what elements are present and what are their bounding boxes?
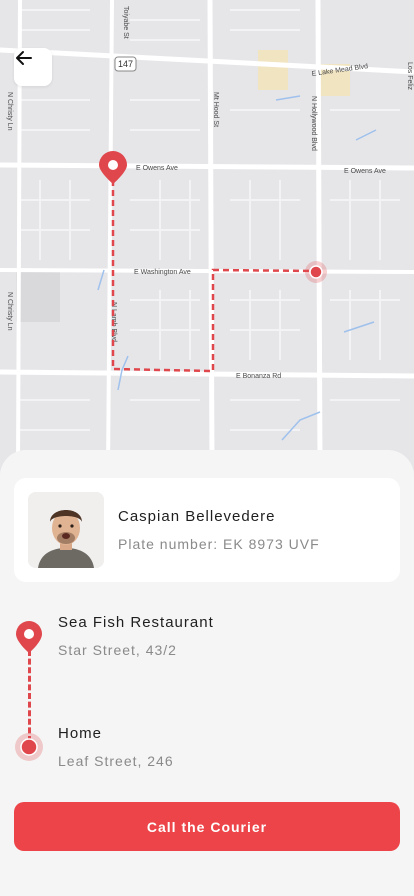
dropoff-title: Home — [58, 725, 103, 742]
avatar — [28, 492, 104, 568]
pickup-pin-icon — [16, 621, 42, 653]
arrow-left-icon — [16, 51, 32, 65]
map-view[interactable]: 147 Toiyabe St E Lake Mead Blvd Los Feli… — [0, 0, 414, 470]
dropoff-marker-icon — [15, 733, 43, 761]
courier-card: Caspian Bellevedere Plate number: EK 897… — [14, 478, 400, 582]
street-label: N Hollywood Blvd — [310, 96, 317, 151]
back-button[interactable] — [14, 48, 52, 86]
courier-name: Caspian Bellevedere — [118, 508, 276, 525]
street-label: N Christy Ln — [6, 92, 13, 131]
plate-number: Plate number: EK 8973 UVF — [118, 536, 320, 552]
street-label: N Christy Ln — [6, 292, 13, 331]
street-label: E Washington Ave — [134, 269, 191, 276]
street-label: Los Feliz — [406, 62, 413, 91]
map-canvas: 147 Toiyabe St E Lake Mead Blvd Los Feli… — [0, 0, 414, 470]
route-connector — [28, 650, 31, 742]
destination-marker-icon — [305, 261, 327, 283]
hwy-147-label: 147 — [118, 59, 133, 69]
street-label: E Owens Ave — [344, 168, 386, 175]
street-label: Toiyabe St — [122, 6, 129, 39]
street-label: E Owens Ave — [136, 165, 178, 172]
pickup-title: Sea Fish Restaurant — [58, 614, 214, 631]
call-courier-button[interactable]: Call the Courier — [14, 802, 400, 851]
dropoff-address: Leaf Street, 246 — [58, 753, 174, 769]
street-label: E Bonanza Rd — [236, 373, 281, 380]
street-label: Mt Hood St — [212, 92, 219, 127]
pickup-address: Star Street, 43/2 — [58, 642, 177, 658]
